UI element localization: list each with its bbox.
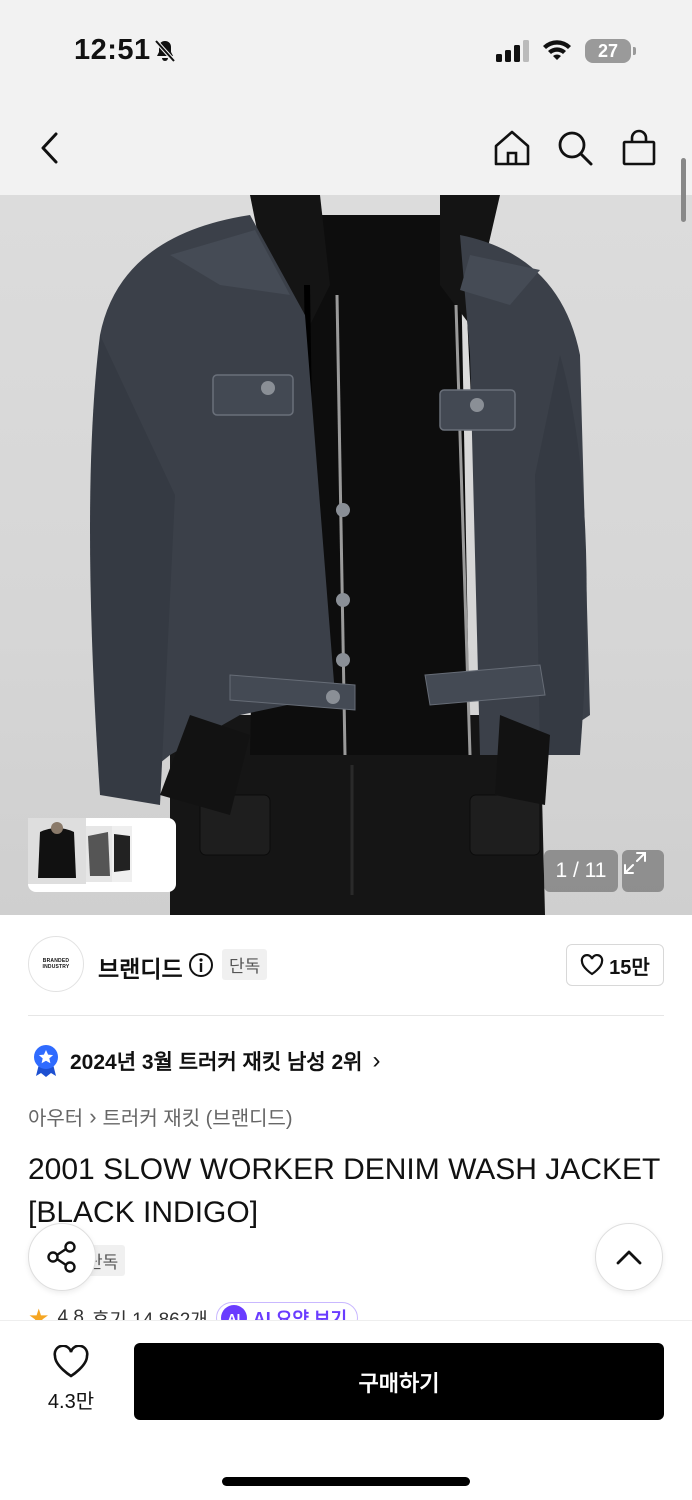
search-button[interactable] bbox=[555, 128, 595, 168]
chevron-up-icon bbox=[616, 1250, 642, 1265]
product-image-gallery[interactable]: AI › 1 / 11 bbox=[0, 195, 692, 915]
home-button[interactable] bbox=[492, 128, 532, 168]
image-page-counter: 1 / 11 bbox=[544, 850, 618, 892]
scroll-to-top-button[interactable] bbox=[595, 1223, 663, 1291]
buy-button[interactable]: 구매하기 bbox=[134, 1343, 664, 1420]
wishlist-button[interactable]: 4.3만 bbox=[36, 1345, 106, 1414]
cart-button[interactable] bbox=[619, 128, 659, 168]
battery-level: 27 bbox=[597, 41, 619, 61]
cellular-signal-icon bbox=[496, 40, 529, 62]
brand-row: BRANDED INDUSTRY 브랜디드 단독 15만 bbox=[28, 936, 664, 994]
share-button[interactable] bbox=[28, 1223, 96, 1291]
battery-indicator: 27 bbox=[585, 39, 636, 63]
ranking-text: 2024년 3월 트러커 재킷 남성 2위 bbox=[70, 1051, 363, 1074]
info-icon[interactable] bbox=[188, 952, 214, 978]
brand-logo[interactable]: BRANDED INDUSTRY bbox=[28, 936, 84, 992]
heart-icon bbox=[580, 954, 604, 976]
brand-like-count: 15만 bbox=[609, 956, 650, 979]
expand-icon bbox=[624, 852, 646, 874]
ranking-banner[interactable]: 2024년 3월 트러커 재킷 남성 2위 › bbox=[32, 1044, 380, 1078]
back-icon bbox=[41, 132, 58, 164]
thumbnail-images bbox=[28, 818, 132, 884]
back-button[interactable] bbox=[30, 128, 70, 168]
product-title: 2001 SLOW WORKER DENIM WASH JACKET [BLAC… bbox=[28, 1153, 660, 1229]
divider bbox=[28, 1015, 664, 1016]
status-bar: 12:51 27 bbox=[0, 0, 692, 100]
ai-look-thumbnail[interactable]: AI › bbox=[28, 818, 176, 892]
scrollbar-thumb[interactable] bbox=[681, 158, 686, 222]
bottom-action-bar: 4.3만 구매하기 bbox=[0, 1320, 692, 1500]
chevron-right-icon: › bbox=[89, 1103, 97, 1129]
search-icon bbox=[558, 131, 593, 166]
wishlist-count: 4.3만 bbox=[47, 1391, 95, 1413]
breadcrumb: 아우터 › 트러커 재킷 (브랜디드) bbox=[28, 1102, 293, 1131]
shopping-bag-icon bbox=[622, 129, 656, 166]
breadcrumb-subcategory[interactable]: 트러커 재킷 (브랜디드) bbox=[103, 1102, 293, 1131]
wifi-icon bbox=[543, 40, 571, 60]
exclusive-badge: 단독 bbox=[222, 949, 268, 980]
ranking-medal-icon bbox=[34, 1045, 58, 1077]
home-indicator bbox=[222, 1477, 470, 1486]
share-icon bbox=[47, 1241, 76, 1273]
home-icon bbox=[494, 130, 530, 166]
brand-like-button[interactable]: 15만 bbox=[566, 944, 664, 986]
heart-icon bbox=[53, 1345, 89, 1378]
product-photo bbox=[90, 195, 590, 915]
chevron-right-icon: › bbox=[372, 1047, 381, 1074]
expand-image-button[interactable] bbox=[622, 850, 664, 892]
top-navigation bbox=[0, 100, 692, 195]
brand-name[interactable]: 브랜디드 bbox=[98, 950, 183, 984]
breadcrumb-category[interactable]: 아우터 bbox=[28, 1102, 83, 1131]
status-time: 12:51 bbox=[74, 34, 151, 66]
bell-muted-icon bbox=[154, 39, 176, 63]
